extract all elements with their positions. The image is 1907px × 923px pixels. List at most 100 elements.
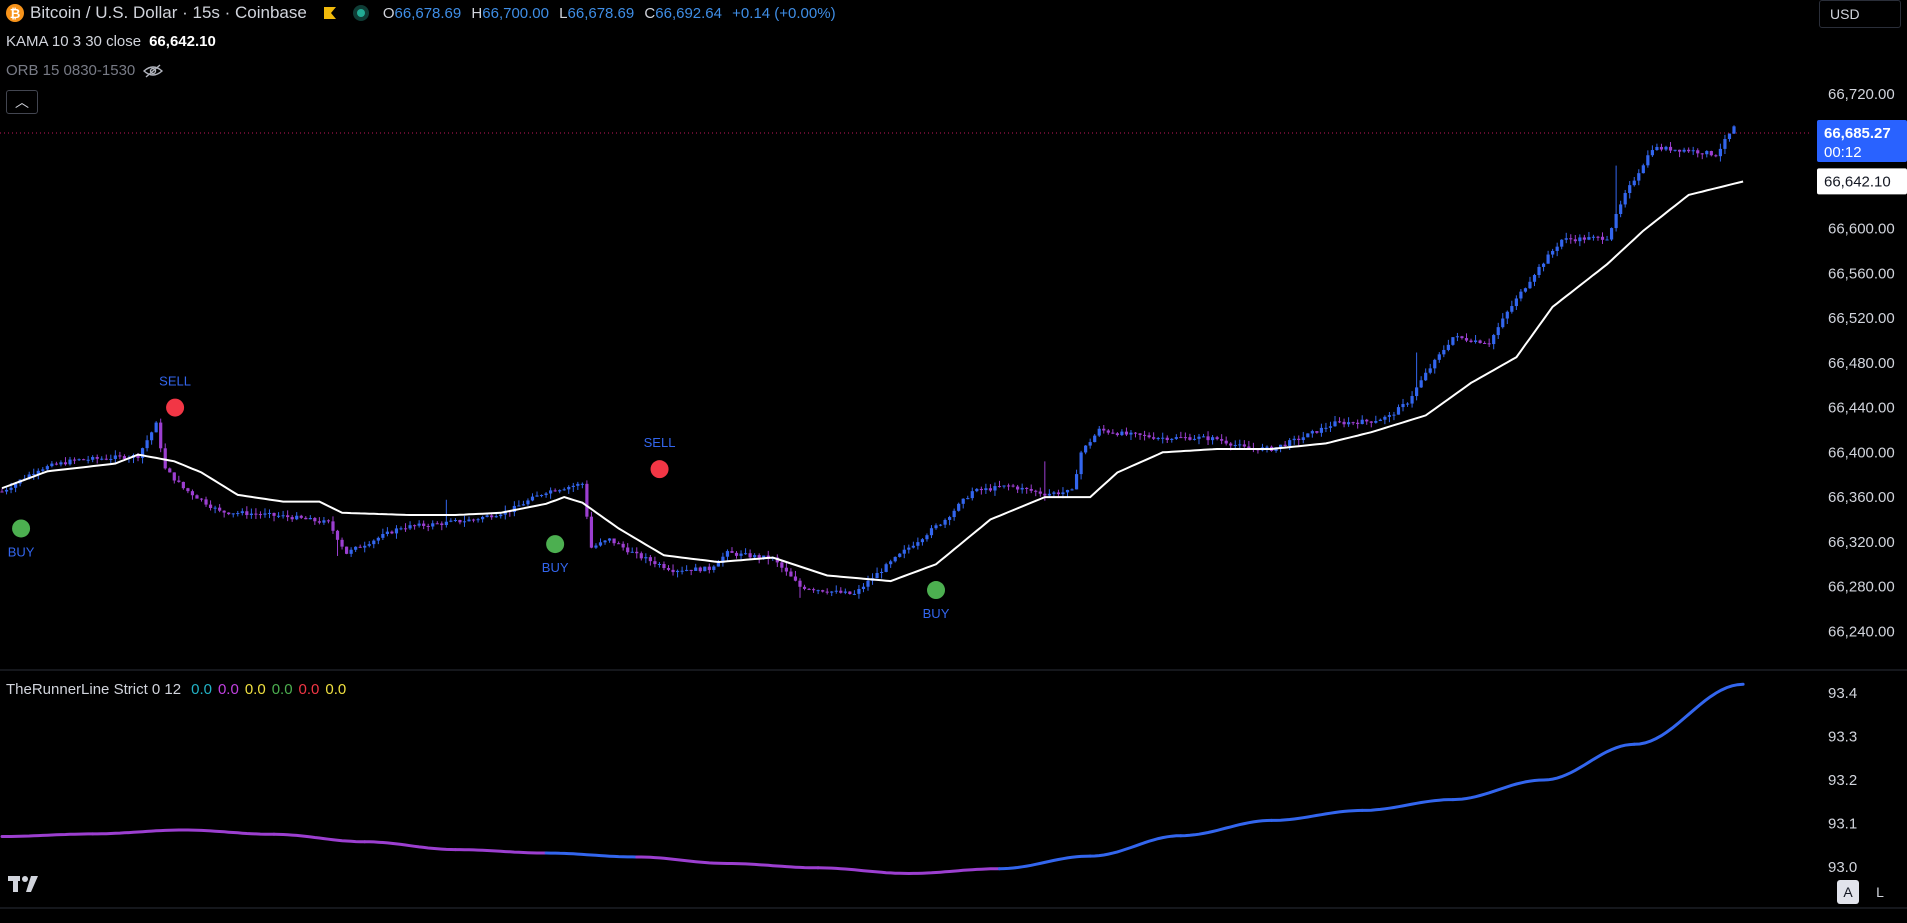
candle[interactable] [589,511,594,549]
candle[interactable] [961,498,965,509]
candle[interactable] [1351,421,1355,426]
candle[interactable] [45,464,49,471]
orb-legend[interactable]: ORB 15 0830-1530 [6,62,164,79]
candle[interactable] [1600,232,1605,244]
candle[interactable] [1319,423,1324,437]
candle[interactable] [471,518,476,523]
candle[interactable] [521,500,526,506]
candle[interactable] [1020,483,1024,494]
candle[interactable] [385,527,389,537]
candle[interactable] [1079,450,1083,480]
candle[interactable] [372,539,376,549]
candle[interactable] [163,443,167,470]
candle[interactable] [199,498,204,502]
candle[interactable] [925,533,929,542]
candle[interactable] [712,565,716,573]
candle[interactable] [1501,313,1505,329]
candle[interactable] [1528,276,1532,289]
candle[interactable] [1147,432,1151,439]
candle[interactable] [1170,438,1174,443]
candle[interactable] [875,567,879,579]
candle[interactable] [1138,433,1142,440]
candle[interactable] [1215,435,1219,441]
candle[interactable] [1709,150,1713,157]
candle[interactable] [458,519,462,525]
candle[interactable] [1727,133,1732,142]
candle[interactable] [1161,432,1165,444]
candle[interactable] [1025,487,1029,494]
candle[interactable] [340,537,344,550]
candle[interactable] [1111,429,1115,435]
candle[interactable] [213,505,217,514]
candle[interactable] [598,538,603,547]
candle[interactable] [258,511,263,519]
candle[interactable] [902,545,906,559]
candle[interactable] [535,491,539,497]
candle[interactable] [63,457,68,466]
candle[interactable] [100,456,104,461]
candle[interactable] [50,461,54,468]
candle[interactable] [1605,235,1609,241]
candle[interactable] [1392,411,1396,421]
candle[interactable] [72,457,77,464]
candle[interactable] [635,547,639,559]
candle[interactable] [1428,363,1432,375]
flag-icon[interactable] [323,6,337,20]
candle[interactable] [1102,424,1106,434]
candle[interactable] [1056,489,1061,497]
candle[interactable] [1174,434,1178,440]
candle[interactable] [1591,234,1596,241]
candle[interactable] [1655,143,1659,151]
candle[interactable] [780,560,784,573]
candle[interactable] [848,591,852,595]
candle[interactable] [1188,433,1192,441]
candle[interactable] [1546,250,1550,264]
candle[interactable] [694,563,698,571]
candle[interactable] [1410,391,1414,408]
candle[interactable] [1129,429,1133,441]
candle[interactable] [208,500,213,511]
candle[interactable] [843,588,847,595]
candle[interactable] [748,549,752,559]
candle[interactable] [195,494,199,499]
candle[interactable] [1464,333,1469,343]
candle[interactable] [1165,435,1169,444]
candle[interactable] [308,515,312,520]
candle[interactable] [1183,432,1187,441]
candle[interactable] [1387,411,1392,423]
candle[interactable] [1156,436,1160,441]
candle[interactable] [1006,483,1011,491]
candle[interactable] [1016,484,1020,494]
candle[interactable] [1424,368,1428,382]
candle[interactable] [1696,148,1700,158]
symbol-title[interactable]: Bitcoin / U.S. Dollar · 15s · Coinbase [30,3,307,23]
collapse-legend-button[interactable]: ︿ [6,90,38,114]
candle[interactable] [1210,435,1215,445]
candle[interactable] [1120,429,1124,437]
candle[interactable] [326,519,331,524]
candle[interactable] [1668,142,1673,153]
candle[interactable] [417,520,421,528]
candle[interactable] [911,541,915,549]
candle[interactable] [866,575,870,591]
candle[interactable] [1460,335,1464,340]
candle[interactable] [1437,352,1441,363]
candle[interactable] [889,559,893,568]
candle[interactable] [1074,469,1079,490]
candle[interactable] [517,500,521,507]
candle[interactable] [730,547,734,553]
candle[interactable] [893,556,897,563]
candle[interactable] [1469,338,1473,343]
candle[interactable] [1478,339,1482,344]
candle[interactable] [585,480,589,520]
candle[interactable] [86,455,90,464]
candle[interactable] [1029,484,1033,494]
sell-signal-marker[interactable] [650,460,669,479]
candle[interactable] [1510,300,1514,314]
candle[interactable] [1619,200,1623,218]
candle[interactable] [422,520,426,530]
candle[interactable] [1714,154,1718,158]
candle[interactable] [1582,234,1586,244]
candle[interactable] [952,508,956,521]
candle[interactable] [1551,248,1555,258]
